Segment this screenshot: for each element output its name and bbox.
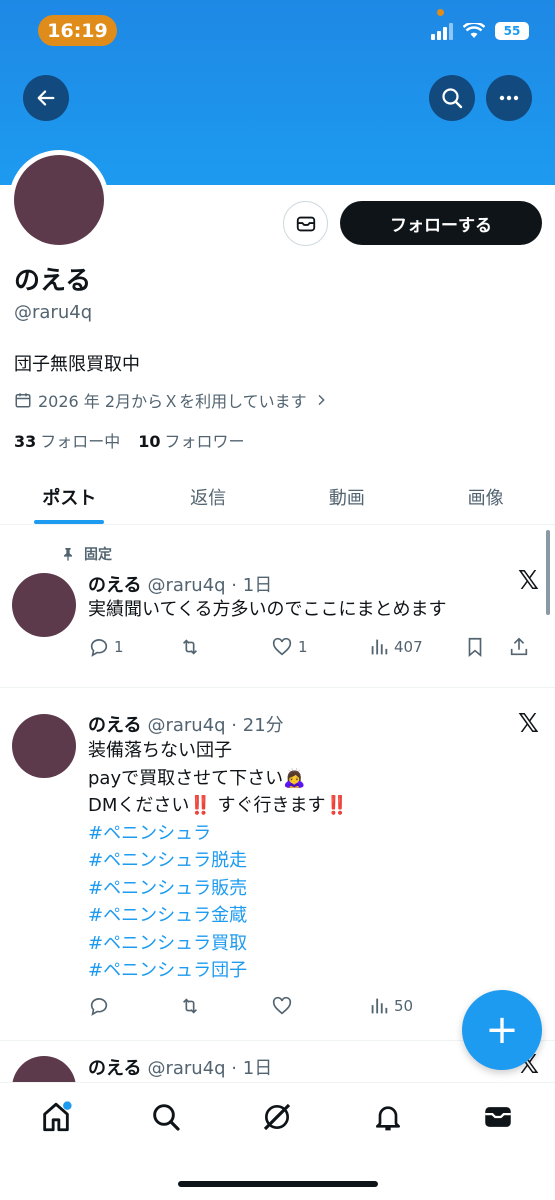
status-icons: 55 <box>431 22 529 40</box>
post[interactable]: のえる @raru4q · 21分 𝕏 装備落ちない団子 payで買取させて下さ… <box>0 689 555 1041</box>
profile-handle: @raru4q <box>14 302 93 323</box>
tab-images[interactable]: 画像 <box>416 470 555 524</box>
back-button[interactable] <box>23 75 69 121</box>
analytics-icon <box>371 639 388 655</box>
reply-button[interactable]: 1 <box>88 636 178 658</box>
home-indicator <box>178 1181 378 1187</box>
pin-icon <box>64 548 72 561</box>
like-button[interactable]: 1 <box>270 636 368 658</box>
privacy-indicator-dot <box>437 9 444 16</box>
hashtag-link[interactable]: #ペニンシュラ金蔵 <box>88 902 348 930</box>
cellular-signal-icon <box>431 22 453 40</box>
post-header: のえる @raru4q · 1日 <box>88 575 273 596</box>
status-time: 16:19 <box>38 15 117 46</box>
follow-stats: 33 フォロー中 10 フォロワー <box>14 428 245 452</box>
retweet-button[interactable] <box>178 995 270 1017</box>
wifi-icon <box>463 23 485 38</box>
post-text: 実績聞いてくる方多いのでここにまとめます <box>88 599 447 620</box>
profile-bio: 団子無限買取中 <box>14 354 140 375</box>
hashtag-link[interactable]: #ペニンシュラ脱走 <box>88 847 348 875</box>
nav-search[interactable] <box>146 1097 186 1137</box>
pinned-label: 固定 <box>60 544 112 564</box>
bookmark-icon <box>468 637 482 658</box>
heart-icon <box>272 996 292 1015</box>
reply-icon <box>90 639 108 657</box>
search-icon <box>442 88 463 109</box>
nav-home[interactable] <box>36 1097 76 1137</box>
mail-icon <box>485 1107 511 1127</box>
following-link[interactable]: 33 フォロー中 <box>14 428 120 452</box>
tab-videos[interactable]: 動画 <box>278 470 417 524</box>
joined-date[interactable]: 2026 年 2月からＸを利用しています <box>14 388 329 412</box>
post-avatar[interactable] <box>12 573 76 637</box>
search-icon <box>153 1104 180 1131</box>
home-icon <box>43 1101 72 1132</box>
nav-grok[interactable] <box>257 1097 297 1137</box>
scrollbar[interactable] <box>546 530 550 615</box>
search-button[interactable] <box>429 75 475 121</box>
hashtag-link[interactable]: #ペニンシュラ団子 <box>88 957 348 985</box>
arrow-left-icon <box>37 90 55 106</box>
post-header: のえる @raru4q · 1日 <box>88 1058 273 1079</box>
bookmark-button[interactable] <box>464 636 508 658</box>
hashtag-link[interactable]: #ペニンシュラ販売 <box>88 875 348 903</box>
views-button[interactable]: 50 <box>368 995 464 1017</box>
profile-tabs: ポスト 返信 動画 画像 <box>0 470 555 525</box>
x-logo-icon: 𝕏 <box>518 566 539 596</box>
follow-button[interactable]: フォローする <box>340 201 542 245</box>
grok-icon <box>263 1103 291 1131</box>
mail-icon <box>296 216 315 231</box>
chevron-right-icon <box>318 394 325 406</box>
reply-icon <box>90 998 108 1016</box>
battery-indicator: 55 <box>495 22 529 40</box>
retweet-button[interactable] <box>178 636 270 658</box>
retweet-icon <box>182 639 198 655</box>
post-actions: 1 1 407 <box>88 636 539 658</box>
hashtag-link[interactable]: #ペニンシュラ買取 <box>88 930 348 958</box>
post-header: のえる @raru4q · 21分 <box>88 715 284 736</box>
post-avatar[interactable] <box>12 714 76 778</box>
message-button[interactable] <box>283 201 328 246</box>
views-button[interactable]: 407 <box>368 636 464 658</box>
analytics-icon <box>371 998 388 1014</box>
tab-posts[interactable]: ポスト <box>0 470 139 524</box>
followers-link[interactable]: 10 フォロワー <box>138 428 244 452</box>
nav-messages[interactable] <box>478 1097 518 1137</box>
x-logo-icon: 𝕏 <box>518 709 539 739</box>
bell-icon <box>376 1106 400 1131</box>
post-text: 装備落ちない団子 payで買取させて下さい🙇‍♀️ DMください‼️ すぐ行きま… <box>88 737 348 985</box>
hashtag-link[interactable]: #ペニンシュラ <box>88 820 348 848</box>
reply-button[interactable] <box>88 995 178 1017</box>
share-icon <box>510 637 528 656</box>
joined-text: 2026 年 2月からＸを利用しています <box>38 392 307 411</box>
profile-avatar[interactable] <box>9 150 109 250</box>
tab-replies[interactable]: 返信 <box>139 470 278 524</box>
calendar-icon <box>15 393 31 408</box>
more-button[interactable] <box>486 75 532 121</box>
profile-name: のえる <box>14 266 92 296</box>
compose-post-button[interactable]: + <box>462 990 542 1070</box>
post-avatar[interactable] <box>12 1056 76 1082</box>
more-horizontal-icon <box>499 95 519 101</box>
share-button[interactable] <box>508 636 530 658</box>
heart-icon <box>272 637 292 656</box>
like-button[interactable] <box>270 995 368 1017</box>
pinned-post[interactable]: 固定 のえる @raru4q · 1日 𝕏 実績聞いてくる方多いのでここにまとめ… <box>0 526 555 688</box>
retweet-icon <box>182 998 198 1014</box>
nav-notifications[interactable] <box>368 1097 408 1137</box>
